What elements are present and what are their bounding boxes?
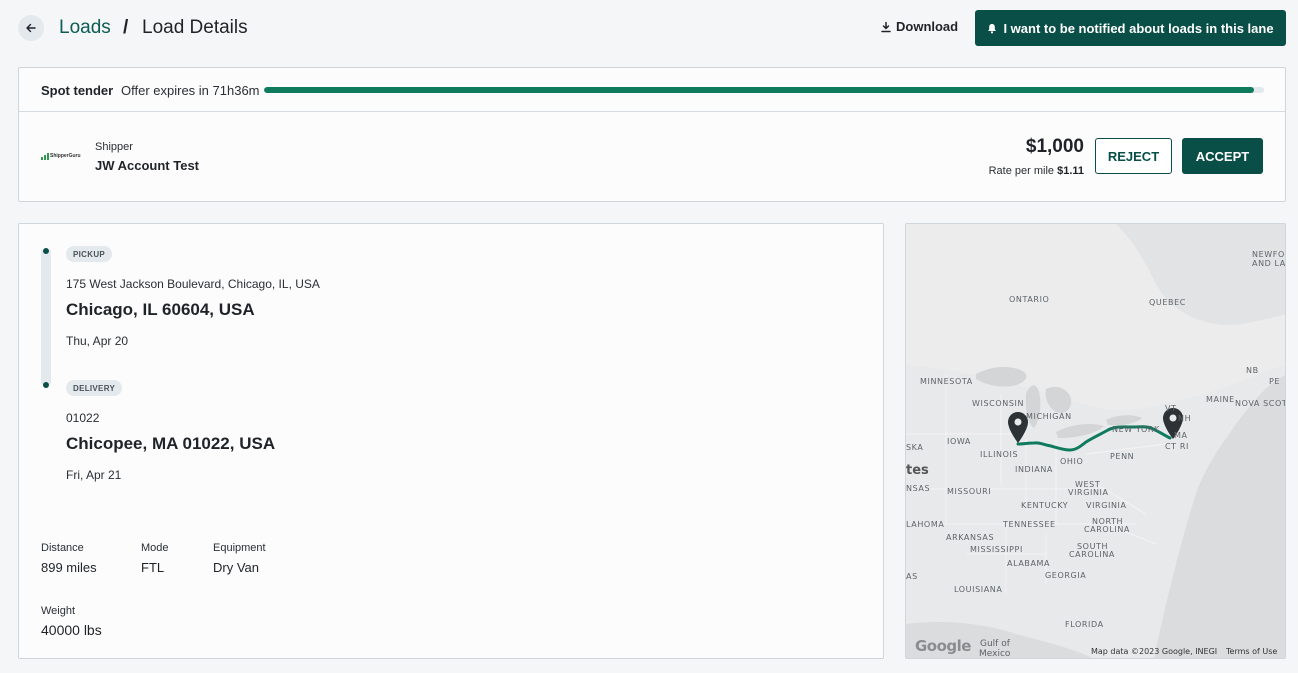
map-label-ohio: OHIO: [1060, 457, 1084, 466]
back-button[interactable]: [18, 15, 44, 41]
rate-value: $1.11: [1057, 165, 1084, 177]
offer-expires-text: Offer expires in 71h36m: [121, 83, 260, 98]
map-label-mississippi: MISSISSIPPI: [970, 545, 1023, 554]
pickup-address: 175 West Jackson Boulevard, Chicago, IL,…: [66, 277, 320, 291]
delivery-city: Chicopee, MA 01022, USA: [66, 434, 276, 453]
rate-per-mile: Rate per mile $1.11: [989, 165, 1084, 177]
pickup-city: Chicago, IL 60604, USA: [66, 300, 255, 319]
map-label-louisiana: LOUISIANA: [954, 585, 1003, 594]
pickup-date: Thu, Apr 20: [66, 334, 129, 348]
breadcrumb-separator: /: [123, 17, 129, 38]
shipper-logo-text: ShipperGuru: [50, 153, 81, 159]
map-label-tes: tes: [906, 463, 929, 478]
rate-label: Rate per mile: [988, 165, 1055, 177]
map-label-quebec: QUEBEC: [1149, 298, 1186, 307]
map-label-ska: SKA: [906, 443, 924, 452]
tender-row: Spot tender Offer expires in 71h36m: [19, 68, 1285, 112]
map-label-indiana: INDIANA: [1015, 465, 1053, 474]
download-icon: [881, 21, 891, 32]
map-label-vt: VT: [1165, 404, 1177, 413]
map-label-minnesota: MINNESOTA: [920, 377, 973, 386]
map-terms-link[interactable]: Terms of Use: [1226, 647, 1277, 656]
distance-label: Distance: [41, 542, 84, 554]
offer-card: Spot tender Offer expires in 71h36m Ship…: [18, 67, 1286, 202]
bell-icon: [988, 23, 997, 33]
map-label-and-la: AND LA: [1252, 259, 1286, 268]
delivery-date: Fri, Apr 21: [66, 468, 122, 482]
delivery-address: 01022: [66, 411, 100, 425]
equipment-value: Dry Van: [213, 560, 259, 575]
map-label-alabama: ALABAMA: [1007, 559, 1051, 568]
map-label-iowa: IOWA: [947, 437, 972, 446]
google-logo: Google: [915, 637, 971, 655]
route-timeline: [41, 250, 51, 384]
offer-progress-bar: [264, 87, 1264, 93]
accept-button[interactable]: ACCEPT: [1182, 138, 1263, 174]
distance-value: 899 miles: [41, 560, 97, 575]
map-label-new-york: NEW YORK: [1112, 425, 1160, 434]
pickup-dot: [43, 248, 49, 254]
map-label-illinois: ILLINOIS: [980, 450, 1019, 459]
tender-label: Spot tender: [41, 83, 114, 98]
shipper-logo: ShipperGuru: [41, 151, 81, 161]
delivery-badge: DELIVERY: [66, 380, 123, 396]
map-label-gulf-1: Gulf of: [980, 639, 1010, 649]
map-label-nb: NB: [1246, 366, 1259, 375]
breadcrumb-loads[interactable]: Loads: [59, 16, 111, 40]
delivery-dot: [43, 382, 49, 388]
notify-label: I want to be notified about loads in thi…: [1003, 20, 1274, 36]
page-title: Load Details: [142, 17, 248, 38]
mode-value: FTL: [141, 560, 165, 575]
map-label-missouri: MISSOURI: [947, 487, 992, 496]
pickup-badge: PICKUP: [66, 246, 113, 262]
shipper-caption: Shipper: [95, 141, 133, 153]
map-label-as: AS: [906, 572, 918, 581]
map-label-ct-ri: CT RI: [1165, 442, 1189, 451]
map-label-lahoma: LAHOMA: [906, 520, 945, 529]
map-label-pe: PE: [1269, 377, 1281, 386]
map-label-gulf-2: Mexico: [979, 649, 1011, 659]
map-label-virginia: VIRGINIA: [1086, 501, 1127, 510]
map-label-south-carolina-2: CAROLINA: [1069, 550, 1115, 559]
map-attribution: Map data ©2023 Google, INEGI: [1091, 647, 1218, 656]
notify-lane-button[interactable]: I want to be notified about loads in thi…: [975, 10, 1286, 46]
map-label-michigan: MICHIGAN: [1026, 412, 1072, 421]
weight-label: Weight: [41, 605, 76, 617]
load-details-card: PICKUP 175 West Jackson Boulevard, Chica…: [18, 223, 884, 659]
map-label-maine: MAINE: [1206, 395, 1235, 404]
shipper-name: JW Account Test: [95, 158, 200, 173]
weight-value: 40000 lbs: [41, 622, 102, 638]
page-header: Loads / Load Details Download I want to …: [0, 0, 1298, 56]
arrow-left-icon: [26, 23, 36, 33]
map-label-nsas: NSAS: [906, 484, 931, 493]
map-label-west-virginia-2: VIRGINIA: [1068, 488, 1109, 497]
reject-button[interactable]: REJECT: [1095, 138, 1172, 174]
equipment-label: Equipment: [213, 542, 266, 554]
map-label-north-carolina-2: CAROLINA: [1084, 525, 1130, 534]
map-label-penn: PENN: [1110, 452, 1135, 461]
offer-progress-fill: [264, 87, 1254, 93]
map-label-arkansas: ARKANSAS: [946, 533, 995, 542]
map-label-wisconsin: WISCONSIN: [972, 399, 1025, 408]
map-label-nh: NH: [1178, 414, 1192, 423]
offer-price: $1,000: [1025, 136, 1084, 157]
map-label-ontario: ONTARIO: [1009, 295, 1050, 304]
map-label-georgia: GEORGIA: [1045, 571, 1087, 580]
download-button[interactable]: Download: [880, 19, 958, 34]
download-label: Download: [896, 19, 959, 34]
map-label-florida: FLORIDA: [1065, 620, 1104, 629]
map-label-ma: MA: [1174, 431, 1188, 440]
map-label-newfo: NEWFO: [1252, 250, 1285, 259]
map-label-kentucky: KENTUCKY: [1021, 501, 1069, 510]
map-label-nova-scot: NOVA SCOT: [1235, 399, 1286, 408]
mode-label: Mode: [141, 542, 169, 554]
map-label-tennessee: TENNESSEE: [1003, 520, 1056, 529]
route-map[interactable]: ONTARIO QUEBEC NEWFO AND LA MINNESOTA NB…: [905, 223, 1286, 659]
